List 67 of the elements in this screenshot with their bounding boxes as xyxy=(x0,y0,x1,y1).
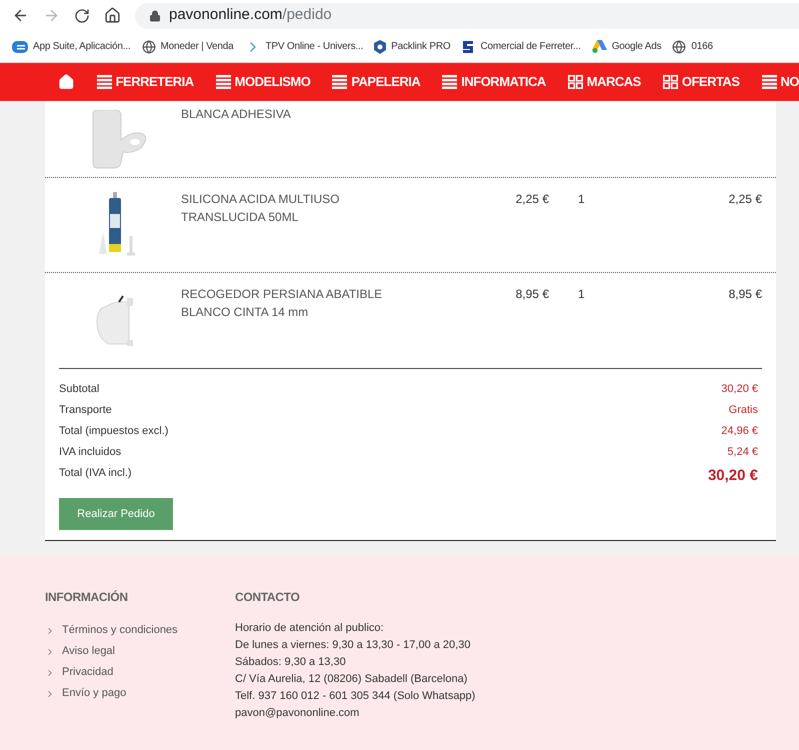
triangle-logo-icon xyxy=(592,40,607,53)
lock-icon xyxy=(149,10,161,22)
product-name[interactable]: SILICONA ACIDA MULTIUSO xyxy=(181,190,481,208)
nav-link[interactable]: PAPELERIA xyxy=(351,72,420,92)
contact-line: C/ Vía Aurelia, 12 (08206) Sabadell (Barcelona) xyxy=(235,672,468,687)
bookmark-link[interactable]: TPV Online - Univers... xyxy=(266,39,364,54)
contact-line: Telf. 937 160 012 - 601 305 344 (Solo Whatsapp) xyxy=(235,689,476,704)
menu-icon xyxy=(762,75,776,89)
nav-link[interactable]: FERRETERIA xyxy=(116,72,194,92)
totals-label: Transporte xyxy=(59,403,112,418)
letter-logo-icon xyxy=(461,40,476,54)
nav-link[interactable]: INFORMATICA xyxy=(461,72,546,92)
nav-link[interactable]: OFERTAS xyxy=(682,72,740,92)
footer-link[interactable]: Aviso legal xyxy=(62,643,115,660)
nav-link[interactable]: MODELISMO xyxy=(234,72,310,92)
totals-label: Total (impuestos excl.) xyxy=(59,424,168,439)
totals-value: 30,20 € xyxy=(708,466,758,486)
bookmark-link[interactable]: Comercial de Ferreter... xyxy=(480,39,581,54)
grid-icon xyxy=(568,75,583,89)
contact-line: pavon@pavononline.com xyxy=(235,706,360,721)
grid-icon xyxy=(662,75,678,89)
totals-label: IVA incluidos xyxy=(59,445,122,460)
globe-icon xyxy=(672,40,686,54)
product-name[interactable]: BLANCA ADHESIVA xyxy=(181,105,481,123)
menu-icon xyxy=(442,75,458,89)
totals-value: 5,24 € xyxy=(727,445,758,460)
suite-icon xyxy=(12,40,28,52)
footer-link[interactable]: Términos y condiciones xyxy=(62,622,178,639)
back-icon[interactable] xyxy=(12,7,29,24)
totals-label: Subtotal xyxy=(59,382,100,397)
product-name[interactable]: BLANCO CINTA 14 mm xyxy=(181,303,481,321)
unit-price: 2,25 € xyxy=(514,191,549,208)
product-name[interactable]: RECOGEDOR PERSIANA ABATIBLE xyxy=(181,285,481,303)
quantity: 1 xyxy=(577,286,586,303)
product-name[interactable]: TRANSLUCIDA 50ML xyxy=(181,208,481,226)
menu-icon xyxy=(216,75,231,89)
address-bar[interactable]: pavononline.com/pedido xyxy=(135,2,799,28)
line-total: 8,95 € xyxy=(728,286,763,303)
reload-icon[interactable] xyxy=(74,8,90,24)
bookmark-link[interactable]: App Suite, Aplicación... xyxy=(33,39,130,54)
contact-line: Sábados: 9,30 a 13,30 xyxy=(235,655,347,670)
bookmark-link[interactable]: Google Ads xyxy=(612,39,662,54)
bookmark-link[interactable]: 0166 xyxy=(691,39,713,54)
contact-line: De lunes a viernes: 9,30 a 13,30 - 17,00 a 20,30 xyxy=(235,638,472,653)
menu-icon xyxy=(96,75,112,89)
bookmark-link[interactable]: Moneder | Venda xyxy=(160,39,234,54)
menu-icon xyxy=(332,75,348,89)
totals-value: 30,20 € xyxy=(721,382,758,397)
bookmark-link[interactable]: Packlink PRO xyxy=(391,39,450,54)
home-icon[interactable] xyxy=(58,73,75,91)
shield-icon xyxy=(374,40,386,54)
totals-value: 24,96 € xyxy=(721,424,758,439)
totals-value: Gratis xyxy=(728,403,758,418)
line-total: 2,25 € xyxy=(728,191,763,208)
globe-icon xyxy=(142,40,156,54)
unit-price: 8,95 € xyxy=(514,286,549,303)
totals-label: Total (IVA incl.) xyxy=(59,466,132,481)
url-text: pavononline.com/pedido xyxy=(169,5,332,26)
footer-heading: CONTACTO xyxy=(235,589,300,606)
nav-link[interactable]: NO xyxy=(780,72,799,92)
footer-link[interactable]: Envío y pago xyxy=(62,685,126,702)
footer-heading: INFORMACIÓN xyxy=(45,589,129,606)
footer-link[interactable]: Privacidad xyxy=(62,664,114,681)
quantity: 1 xyxy=(577,191,586,208)
contact-line: Horario de atención al publico: xyxy=(235,621,385,636)
home-icon[interactable] xyxy=(104,7,121,24)
nav-link[interactable]: MARCAS xyxy=(586,72,641,92)
